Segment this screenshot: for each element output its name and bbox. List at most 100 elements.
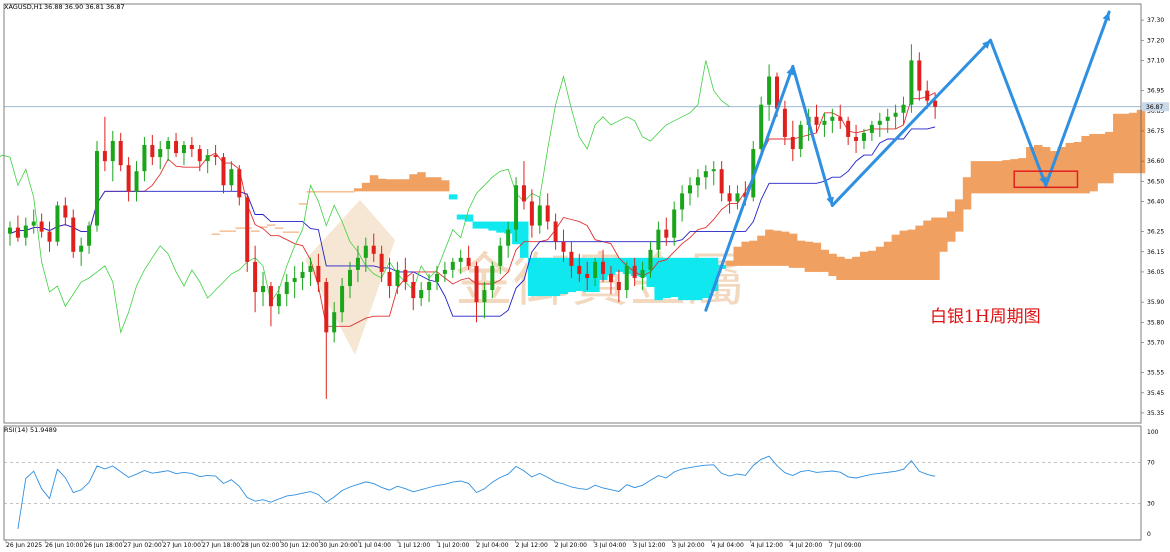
candle-body (158, 149, 163, 158)
rsi-tick-label: 100 (1147, 429, 1159, 436)
candle-body (925, 90, 930, 101)
candle-body (31, 221, 36, 226)
cloud-segment (852, 256, 861, 280)
cloud-segment (456, 214, 466, 220)
candle-body (94, 151, 99, 226)
cloud-segment (353, 188, 363, 192)
candle-body (237, 169, 242, 198)
candle-body (261, 286, 266, 293)
candle-body (632, 265, 637, 278)
cloud-segment (480, 221, 489, 229)
candle-body (419, 290, 424, 299)
time-tick-label: 27 Jun 10:00 (163, 542, 201, 548)
candle-body (150, 145, 155, 158)
candle-body (680, 193, 685, 210)
cloud-segment (773, 230, 782, 266)
candle-body (893, 112, 898, 117)
candle-body (379, 253, 384, 272)
time-tick-label: 30 Jun 12:00 (280, 542, 318, 548)
candle-body (719, 169, 724, 194)
candle-body (466, 257, 471, 266)
cloud-segment (804, 241, 814, 272)
cloud-segment (235, 227, 244, 229)
candle-body (284, 281, 289, 295)
cloud-segment (875, 246, 885, 280)
candle-body (782, 108, 787, 137)
price-chart[interactable]: 金御貴金屬 37.3037.2037.1036.9536.8536.7536.6… (0, 0, 1170, 549)
candle-body (63, 205, 68, 218)
cloud-segment (433, 177, 442, 192)
price-tick-label: 35.35 (1147, 410, 1164, 417)
cloud-segment (282, 231, 292, 233)
candle-body (553, 221, 558, 242)
candle-body (545, 205, 550, 222)
cloud-segment (812, 242, 822, 272)
candle-body (427, 281, 432, 291)
candle-body (253, 261, 258, 293)
cloud-segment (654, 257, 663, 301)
candle-body (442, 269, 447, 274)
candle-body (450, 261, 455, 270)
price-tick-label: 36.40 (1147, 198, 1164, 205)
time-tick-label: 30 Jun 20:00 (320, 542, 358, 548)
candle-body (735, 193, 740, 202)
time-tick-label: 2 Jul 20:00 (555, 542, 587, 548)
candle-body (569, 251, 574, 266)
candle-body (601, 261, 606, 274)
cloud-segment (1002, 160, 1011, 194)
cloud-segment (385, 179, 395, 192)
cloud-segment (1113, 113, 1122, 174)
cloud-segment (978, 161, 988, 194)
candle-body (838, 116, 843, 121)
candle-body (861, 132, 866, 141)
cloud-segment (440, 180, 450, 192)
cloud-segment (338, 191, 347, 193)
cloud-segment (298, 203, 308, 205)
candle-body (181, 145, 186, 154)
cloud-segment (496, 221, 505, 233)
cloud-segment (883, 241, 893, 280)
cloud-segment (907, 229, 916, 280)
candle-body (205, 155, 210, 162)
cloud-segment (915, 225, 924, 280)
candle (245, 193, 250, 272)
cloud-segment (543, 257, 553, 297)
cloud-segment (488, 221, 497, 231)
candle-body (537, 205, 542, 226)
candle-body (174, 140, 179, 154)
candle-body (229, 169, 234, 186)
cloud-segment (448, 194, 458, 200)
candle (94, 140, 99, 232)
candle-body (561, 241, 566, 252)
cloud-segment (1065, 142, 1075, 194)
candle-body (640, 269, 645, 278)
cloud-segment (251, 230, 260, 232)
price-tick-label: 35.55 (1147, 370, 1164, 377)
cloud-segment (844, 258, 853, 280)
cloud-segment (1089, 133, 1098, 192)
candle-body (521, 185, 526, 202)
candle-body (885, 116, 890, 121)
cloud-segment (701, 257, 711, 299)
candle-body (917, 60, 922, 91)
candle-body (514, 185, 519, 230)
price-tick-label: 36.50 (1147, 178, 1164, 185)
cloud-segment (1128, 112, 1138, 174)
rsi-tick-label: 70 (1147, 460, 1155, 467)
cloud-segment (899, 230, 909, 280)
time-tick-label: 26 Jun 18:00 (84, 542, 122, 548)
candle-body (727, 193, 732, 202)
cloud-segment (867, 250, 877, 280)
cloud-segment (274, 227, 284, 229)
candle-body (316, 265, 321, 282)
rsi-label: RSI(14) 51.9489 (4, 426, 57, 434)
candle-body (213, 155, 218, 158)
candle-body (822, 120, 827, 125)
cloud-segment (290, 231, 300, 233)
candle-body (292, 277, 297, 282)
time-tick-label: 4 Jul 04:00 (712, 542, 744, 548)
time-tick-label: 26 Jun 10:00 (45, 542, 83, 548)
cloud-segment (1057, 147, 1067, 194)
cloud-segment (551, 257, 561, 297)
candle-body (268, 286, 273, 307)
